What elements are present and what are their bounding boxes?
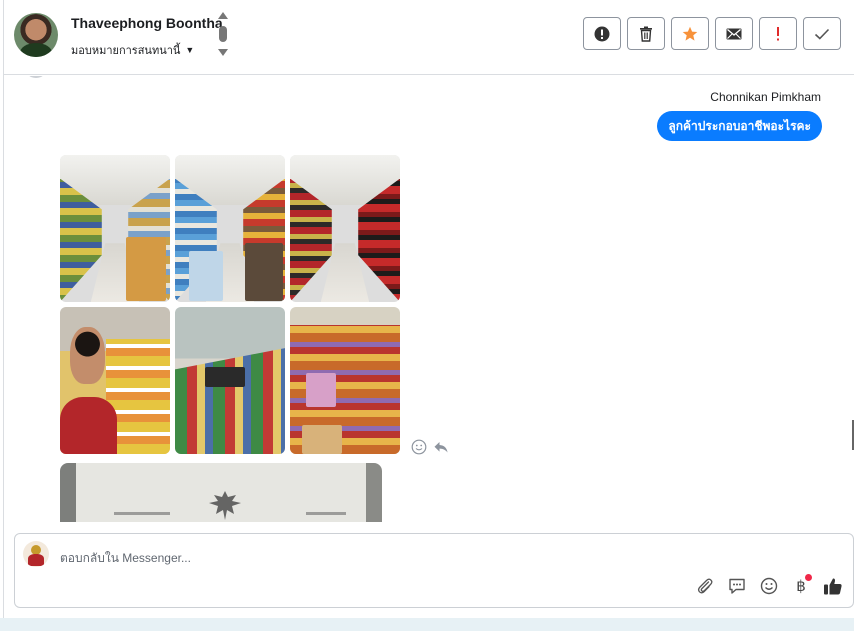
composer-toolbar: ฿ [695,574,843,596]
send-like-button[interactable] [823,576,843,596]
caret-down-icon: ▼ [185,45,195,55]
page-avatar [23,541,49,567]
outgoing-message-bubble[interactable]: ลูกค้าประกอบอาชีพอะไรคะ [657,111,822,141]
attach-button[interactable] [695,576,715,596]
inbox-conversation-view: Thaveephong Boontha มอบหมายการสนทนานี้ ▼ [0,0,854,631]
star-icon [682,26,698,41]
header-scroll-control[interactable] [218,12,228,58]
react-emoji-icon[interactable] [411,439,427,455]
reply-arrow-icon[interactable] [433,439,449,455]
notification-dot [805,574,812,581]
contact-name[interactable]: Thaveephong Boontha [71,15,223,31]
check-icon [814,28,830,40]
exclamation-icon [777,26,779,40]
smiley-icon [760,577,778,595]
payment-button[interactable]: ฿ [791,574,812,596]
scroll-down-icon[interactable] [218,49,228,56]
page-footer-strip [0,618,854,631]
envelope-icon [726,28,742,39]
photo-store-aisle-3[interactable] [290,155,400,302]
saved-replies-button[interactable] [727,576,747,596]
photo-stacked-boxes[interactable] [290,307,400,454]
thumbs-up-icon [824,578,842,595]
mark-unread-button[interactable] [715,17,753,50]
follow-up-button[interactable] [759,17,797,50]
star-button[interactable] [671,17,709,50]
baht-icon: ฿ [796,578,806,595]
reply-input[interactable]: ตอบกลับใน Messenger... [60,549,191,568]
delete-button[interactable] [627,17,665,50]
mark-spam-button[interactable] [583,17,621,50]
alert-circle-icon [594,26,610,41]
outgoing-sender-name: Chonnikan Pimkham [710,90,821,104]
chat-bubble-icon [729,578,745,594]
message-hover-actions [411,439,449,455]
mark-done-button[interactable] [803,17,841,50]
reply-composer: ตอบกลับใน Messenger... ฿ [14,533,854,608]
trash-icon [640,26,652,42]
assign-label: มอบหมายการสนทนานี้ [71,45,181,57]
photo-store-aisle-2[interactable] [175,155,285,302]
contact-avatar[interactable] [14,13,58,57]
photo-store-aisle-1[interactable] [60,155,170,302]
message-thread[interactable]: Chonnikan Pimkham ลูกค้าประกอบอาชีพอะไรค… [4,76,854,522]
conversation-actions [583,17,841,50]
photo-owner-selfie[interactable] [60,307,170,454]
emoji-button[interactable] [759,576,779,596]
assign-conversation-dropdown[interactable]: มอบหมายการสนทนานี้ ▼ [71,41,194,59]
photo-storage-stock[interactable] [175,307,285,454]
paperclip-icon [697,578,713,594]
incoming-document-photo[interactable] [60,463,382,522]
incoming-photo-album [60,155,401,454]
garuda-emblem [209,491,241,520]
previous-avatar [24,76,48,78]
scroll-thumb[interactable] [219,26,227,42]
scroll-up-icon[interactable] [218,12,228,19]
